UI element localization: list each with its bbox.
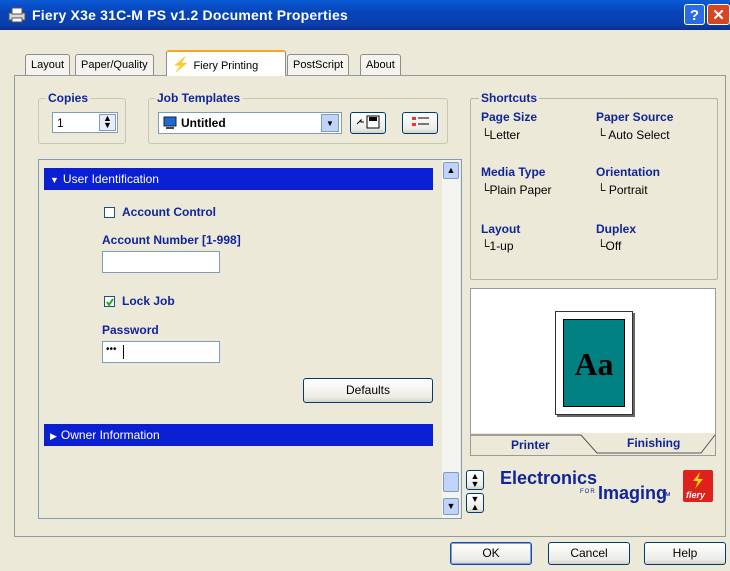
shortcut-orientation-value: └ Portrait [597, 183, 648, 197]
user-identification-header[interactable]: ▼ User Identification [44, 168, 433, 190]
page-size-value: Letter [489, 128, 521, 142]
page-image: Aa [563, 319, 625, 407]
list-settings-icon [412, 117, 429, 126]
options-scroll-area[interactable] [38, 159, 462, 519]
manage-templates-button[interactable] [402, 112, 438, 134]
save-template-button[interactable] [350, 112, 386, 134]
window-title: Fiery X3e 31C-M PS v1.2 Document Propert… [32, 7, 348, 23]
preview-tab-finishing[interactable]: Finishing [627, 436, 680, 450]
triangle-right-icon: ▶ [50, 431, 57, 441]
triangle-down-icon: ▼ [50, 175, 59, 185]
paper-source-value: Auto Select [608, 128, 670, 142]
job-templates-label: Job Templates [155, 91, 243, 105]
shortcut-media-type-label: Media Type [481, 165, 546, 179]
spinner-arrows-icon[interactable]: ▲ ▼ [99, 114, 116, 131]
defaults-button[interactable]: Defaults [303, 378, 433, 403]
password-value: ••• [106, 344, 117, 355]
title-bar[interactable]: Fiery X3e 31C-M PS v1.2 Document Propert… [0, 0, 730, 30]
shortcut-page-size-value: └Letter [481, 128, 521, 142]
preview-tab-printer[interactable]: Printer [511, 438, 550, 452]
text-cursor [123, 345, 124, 359]
brand-electronics: Electronics [500, 468, 598, 488]
tab-paper-quality[interactable]: Paper/Quality [75, 54, 154, 75]
collapse-all-button[interactable]: ▼ ▲ [466, 493, 484, 513]
shortcut-layout-value: └1-up [481, 239, 514, 253]
tab-label: Fiery Printing [193, 60, 259, 72]
cancel-button[interactable]: Cancel [548, 542, 630, 565]
layout-value: 1-up [489, 239, 514, 253]
account-number-label: Account Number [1-998] [102, 233, 241, 247]
computer-icon [163, 116, 177, 129]
tab-label: Paper/Quality [81, 59, 148, 71]
copies-label: Copies [46, 91, 91, 105]
scroll-up-icon[interactable]: ▲ [443, 162, 459, 179]
job-template-value: Untitled [181, 116, 226, 130]
account-control-checkbox[interactable] [104, 207, 115, 218]
help-button[interactable]: Help [644, 542, 726, 565]
orientation-value: Portrait [608, 183, 648, 197]
password-label: Password [102, 323, 159, 337]
page-preview: Aa [555, 311, 633, 415]
owner-information-header[interactable]: ▶ Owner Information [44, 424, 433, 446]
brand-imaging: Imaging [598, 483, 668, 503]
shortcut-paper-source-value: └ Auto Select [597, 128, 670, 142]
shortcut-orientation-label: Orientation [596, 165, 661, 179]
job-template-select[interactable]: Untitled ▼ [158, 112, 342, 134]
password-input[interactable]: ••• [102, 341, 220, 363]
vertical-scrollbar[interactable]: ▲ ▼ [442, 160, 460, 518]
tab-label: PostScript [293, 59, 344, 71]
scroll-thumb[interactable] [443, 472, 459, 492]
help-title-button[interactable]: ? [684, 4, 705, 25]
brand-for: FOR [580, 489, 596, 495]
brand-tm: ™ [661, 491, 671, 502]
expand-all-button[interactable]: ▲ ▼ [466, 470, 484, 490]
fiery-lightning-icon: ⚡ [172, 56, 190, 72]
ok-button[interactable]: OK [450, 542, 532, 565]
preview-panel: Aa Printer Finishing [470, 288, 716, 456]
save-template-icon [356, 115, 380, 129]
section-title: User Identification [62, 172, 159, 186]
shortcut-duplex-value: └Off [597, 239, 622, 253]
chevron-down-icon[interactable]: ▼ [321, 114, 339, 132]
lock-job-checkbox[interactable] [104, 296, 115, 307]
scroll-down-icon[interactable]: ▼ [443, 498, 459, 515]
tab-label: Layout [31, 59, 65, 71]
tab-layout[interactable]: Layout [25, 54, 71, 75]
shortcut-layout-label: Layout [481, 222, 521, 236]
shortcut-paper-source-label: Paper Source [596, 110, 674, 124]
fiery-logo-text: fiery [686, 490, 706, 500]
tab-postscript[interactable]: PostScript [287, 54, 350, 75]
shortcut-duplex-label: Duplex [596, 222, 637, 236]
copies-value: 1 [57, 116, 64, 130]
page-text: Aa [574, 346, 614, 382]
printer-icon [8, 7, 26, 23]
section-title: Owner Information [60, 428, 160, 442]
account-number-input[interactable] [102, 251, 220, 273]
close-button[interactable]: ✕ [707, 4, 730, 25]
shortcut-media-type-value: └Plain Paper [481, 183, 552, 197]
tab-about[interactable]: About [360, 54, 401, 75]
fiery-logo-icon: fiery [683, 470, 713, 502]
expand-all-icon: ▲ ▼ [470, 471, 480, 489]
copies-spinner[interactable]: 1 ▲ ▼ [52, 112, 118, 133]
checkmark-icon [106, 298, 114, 307]
media-type-value: Plain Paper [489, 183, 552, 197]
tab-label: About [366, 59, 395, 71]
tab-fiery-printing[interactable]: ⚡ Fiery Printing [166, 50, 286, 76]
shortcut-page-size-label: Page Size [481, 110, 538, 124]
collapse-all-icon: ▼ ▲ [470, 494, 480, 512]
lightning-icon [693, 472, 703, 489]
duplex-value: Off [605, 239, 622, 253]
shortcuts-title: Shortcuts [479, 91, 540, 105]
account-control-label: Account Control [122, 205, 216, 219]
lock-job-label: Lock Job [122, 294, 175, 308]
